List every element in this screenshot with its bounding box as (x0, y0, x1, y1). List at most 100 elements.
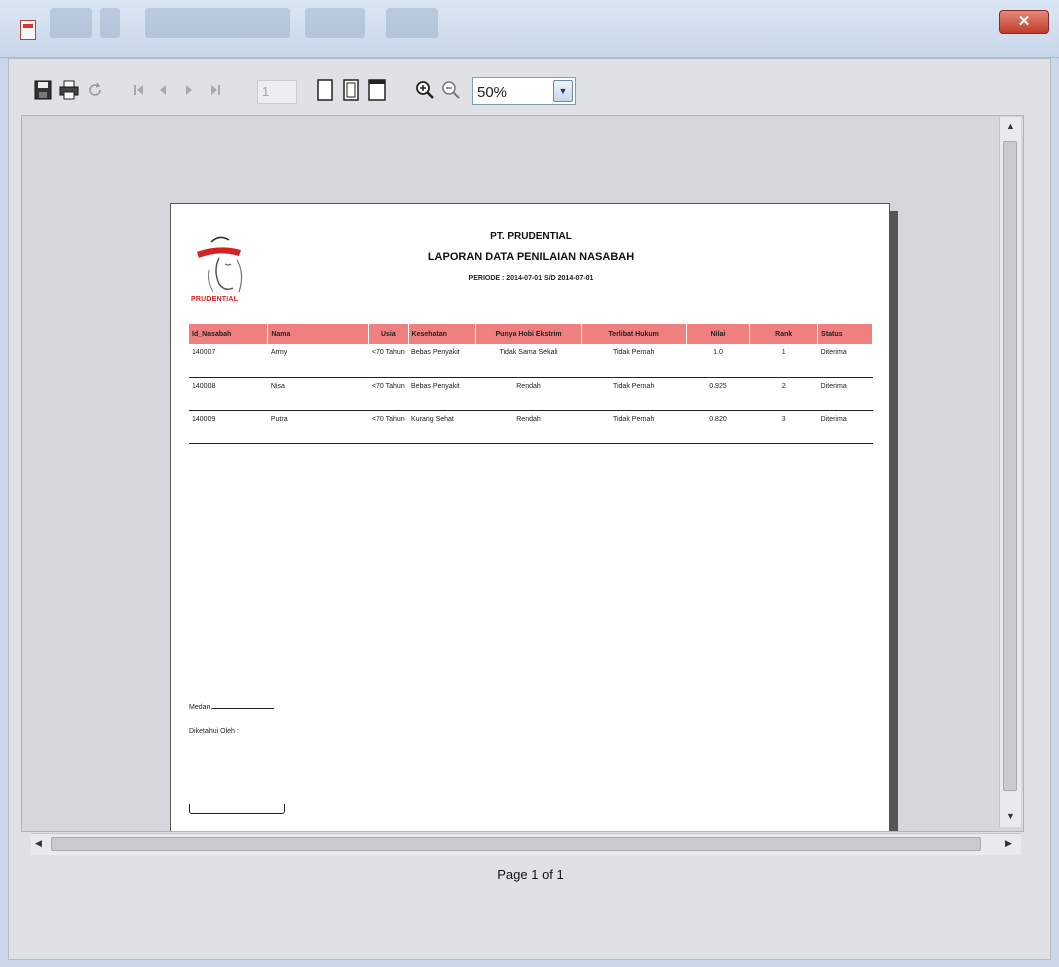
table-cell: Bebas Penyakit (408, 344, 476, 378)
table-cell: Diterima (817, 377, 873, 411)
report-period: PERIODE : 2014-07-01 S/D 2014-07-01 (468, 275, 594, 282)
table-cell: Tidak Pernah (581, 377, 687, 411)
table-cell: Diterima (817, 410, 873, 444)
zoom-out-button[interactable] (439, 77, 463, 103)
first-page-button[interactable] (127, 77, 151, 103)
reload-icon (89, 82, 101, 96)
scroll-left-icon[interactable]: ◀ (35, 838, 42, 849)
table-cell: Bebas Penyakit (408, 377, 476, 411)
table-cell: Putra (267, 410, 369, 444)
table-cell: Tidak Pernah (581, 344, 687, 378)
window-titlebar: ✕ (0, 0, 1059, 58)
previous-page-icon (160, 85, 166, 95)
viewer-window: 1 ▼ (8, 58, 1051, 960)
blurred-tab (100, 8, 120, 38)
column-header: Nilai (686, 324, 751, 344)
column-header: Punya Hobi Ekstrim (475, 324, 582, 344)
column-header: Kesehatan (408, 324, 477, 344)
vertical-scrollbar[interactable]: ▲ ▼ (999, 117, 1021, 827)
report-viewport: PRUDENTIAL PT. PRUDENTIAL LAPORAN DATA P… (21, 115, 1024, 832)
fit-width-button[interactable] (365, 77, 389, 103)
table-row: 140008 Nisa <70 Tahun Bebas Penyakit Ren… (189, 377, 873, 411)
print-button[interactable] (57, 77, 81, 103)
table-cell: Rendah (475, 377, 582, 411)
fit-page-icon (343, 79, 359, 101)
close-icon: ✕ (1017, 13, 1031, 30)
page-number-input[interactable]: 1 (257, 80, 297, 104)
table-cell: 1.0 (686, 344, 750, 378)
next-page-button[interactable] (177, 77, 201, 103)
next-page-icon (186, 85, 192, 95)
print-icon (59, 80, 79, 100)
save-button[interactable] (31, 77, 55, 103)
column-header: Id_Nasabah (189, 324, 269, 344)
blurred-tab (145, 8, 290, 38)
report-company: PT. PRUDENTIAL (490, 231, 572, 242)
previous-page-button[interactable] (151, 77, 175, 103)
signature-date-line (212, 708, 275, 709)
column-header: Usia (368, 324, 409, 344)
table-cell: 1 (749, 344, 818, 378)
table-cell: Nisa (267, 377, 369, 411)
logo-text: PRUDENTIAL (191, 296, 239, 303)
table-cell: Army (267, 344, 369, 378)
zoom-input[interactable] (477, 82, 547, 102)
table-cell: 140007 (189, 344, 268, 378)
scroll-right-icon[interactable]: ▶ (1005, 838, 1012, 849)
table-cell: Diterima (817, 344, 873, 378)
last-page-button[interactable] (203, 77, 227, 103)
signature-place: Medan, (189, 704, 275, 711)
table-cell: 140009 (189, 410, 268, 444)
app-icon (20, 20, 36, 40)
table-cell: Kurang Sehat (408, 410, 476, 444)
signature-bracket (189, 804, 285, 814)
zoom-in-icon (416, 81, 434, 99)
zoom-select[interactable]: ▼ (472, 77, 576, 105)
report-table: Id_Nasabah Nama Usia Kesehatan Punya Hob… (189, 324, 873, 444)
table-cell: <70 Tahun (368, 377, 409, 411)
zoom-out-icon (442, 81, 460, 99)
table-cell: 140008 (189, 377, 268, 411)
chevron-down-icon[interactable]: ▼ (553, 80, 573, 102)
zoom-in-button[interactable] (413, 77, 437, 103)
blurred-tab (50, 8, 92, 38)
fit-page-button[interactable] (339, 77, 363, 103)
actual-size-button[interactable] (313, 77, 337, 103)
report-title: LAPORAN DATA PENILAIAN NASABAH (427, 251, 635, 263)
table-cell: Rendah (475, 410, 582, 444)
table-cell: 0.925 (686, 377, 750, 411)
actual-size-icon (317, 79, 333, 101)
scroll-down-icon[interactable]: ▼ (1006, 811, 1015, 821)
table-cell: 0.820 (686, 410, 750, 444)
column-header: Terlibat Hukum (581, 324, 687, 344)
signature-place-label: Medan, (189, 704, 213, 711)
table-row: 140007 Army <70 Tahun Bebas Penyakit Tid… (189, 344, 873, 378)
vertical-scroll-thumb[interactable] (1003, 141, 1017, 791)
reload-button[interactable] (83, 77, 107, 103)
close-button[interactable]: ✕ (999, 10, 1049, 34)
scroll-up-icon[interactable]: ▲ (1006, 121, 1015, 131)
table-cell: <70 Tahun (368, 344, 409, 378)
horizontal-scrollbar[interactable]: ◀ ▶ (31, 833, 1021, 855)
last-page-icon (211, 85, 220, 95)
column-header: Rank (749, 324, 819, 344)
table-cell: 3 (749, 410, 818, 444)
table-row: 140009 Putra <70 Tahun Kurang Sehat Rend… (189, 410, 873, 444)
blurred-tab (386, 8, 438, 38)
horizontal-scroll-thumb[interactable] (51, 837, 981, 851)
signature-known-label: Diketahui Oleh : (189, 728, 239, 735)
report-page: PRUDENTIAL PT. PRUDENTIAL LAPORAN DATA P… (170, 203, 890, 831)
table-cell: 2 (749, 377, 818, 411)
table-cell: <70 Tahun (368, 410, 409, 444)
blurred-tab (305, 8, 365, 38)
table-cell: Tidak Pernah (581, 410, 687, 444)
fit-width-icon (368, 79, 386, 101)
table-cell: Tidak Sama Sekali (475, 344, 582, 378)
first-page-icon (134, 85, 143, 95)
column-header: Nama (267, 324, 370, 344)
table-header-row: Id_Nasabah Nama Usia Kesehatan Punya Hob… (189, 324, 873, 344)
column-header: Status (817, 324, 873, 344)
page-status: Page 1 of 1 (497, 867, 564, 882)
save-icon (34, 80, 52, 100)
toolbar: 1 ▼ (9, 59, 1050, 115)
